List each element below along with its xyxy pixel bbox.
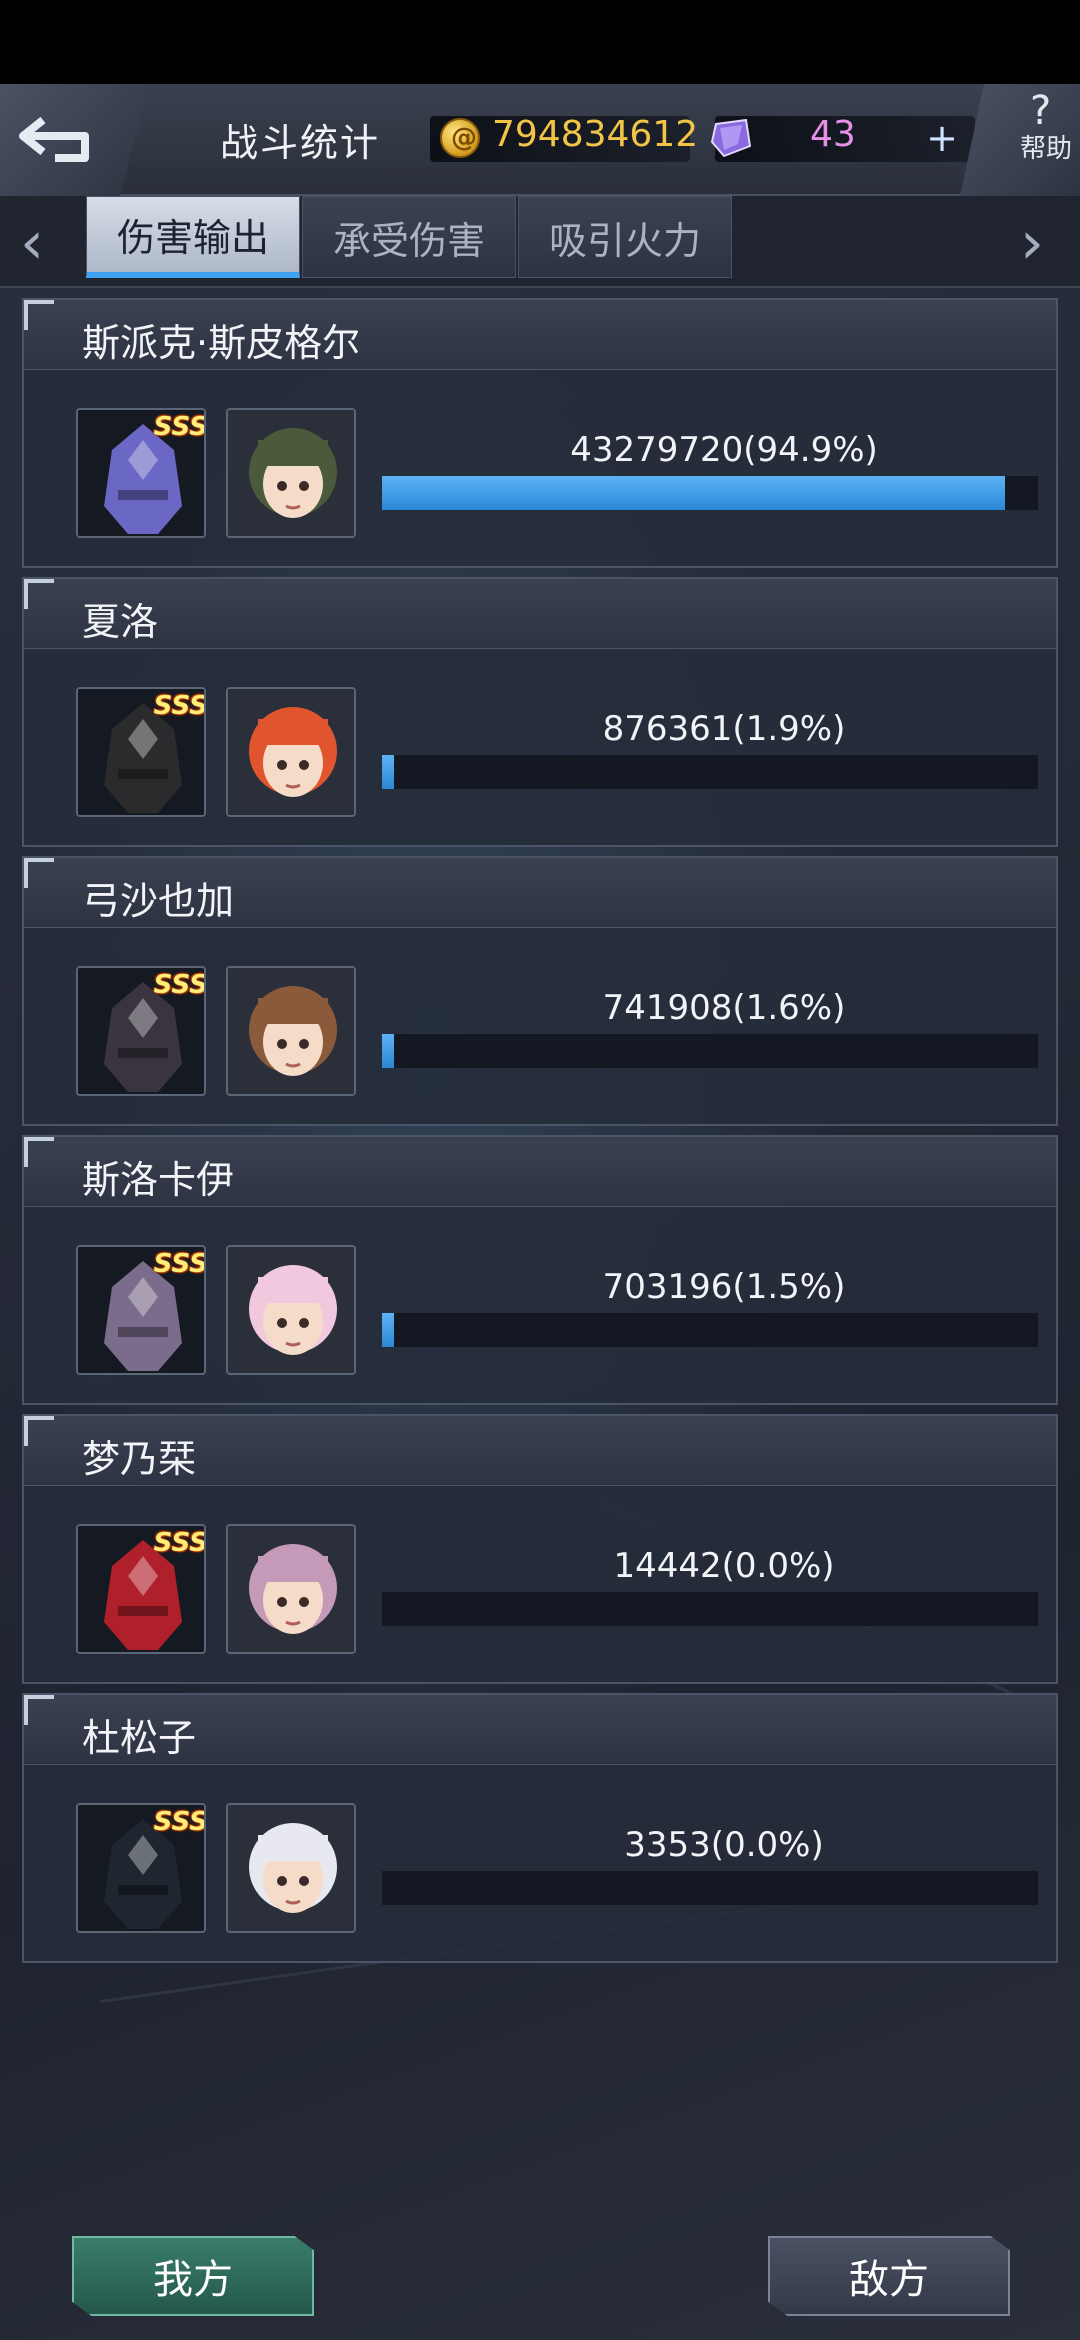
card-corner-decoration bbox=[24, 858, 54, 888]
pilot-name: 斯洛卡伊 bbox=[82, 1158, 235, 1202]
pilot-card: 斯派克·斯皮格尔 SSS 43279720(94.9%) bbox=[22, 298, 1058, 568]
gold-coin-icon: @ bbox=[440, 118, 480, 158]
pilot-card: 弓沙也加 SSS 741908(1.6%) bbox=[22, 856, 1058, 1126]
tab-damage-taken[interactable]: 承受伤害 bbox=[302, 196, 516, 278]
pilot-portrait[interactable] bbox=[226, 408, 356, 538]
rank-badge: SSS bbox=[153, 1528, 206, 1558]
damage-bar-fill bbox=[382, 755, 394, 789]
rank-badge: SSS bbox=[153, 1249, 206, 1279]
gold-amount: 794834612 bbox=[492, 114, 699, 155]
pilot-avatar-icon bbox=[228, 1805, 354, 1931]
damage-value-label: 43279720(94.9%) bbox=[570, 430, 878, 470]
pilot-portrait[interactable] bbox=[226, 1245, 356, 1375]
mecha-portrait[interactable]: SSS bbox=[76, 1524, 206, 1654]
back-arrow-icon bbox=[19, 116, 89, 162]
pilot-portrait[interactable] bbox=[226, 687, 356, 817]
pilot-avatar-icon bbox=[228, 410, 354, 536]
tab-draw-fire[interactable]: 吸引火力 bbox=[518, 196, 732, 278]
card-corner-decoration bbox=[24, 1695, 54, 1725]
damage-value-label: 3353(0.0%) bbox=[624, 1825, 824, 1865]
page-title: 战斗统计 bbox=[220, 121, 381, 165]
pilot-avatar-icon bbox=[228, 968, 354, 1094]
damage-bar-fill bbox=[382, 1313, 394, 1347]
gem-icon bbox=[710, 118, 752, 158]
damage-bar-track bbox=[382, 1592, 1038, 1626]
damage-bar-track bbox=[382, 1034, 1038, 1068]
mecha-portrait[interactable]: SSS bbox=[76, 687, 206, 817]
help-label: 帮助 bbox=[1020, 134, 1073, 164]
damage-bar-track bbox=[382, 1313, 1038, 1347]
pilot-card: 杜松子 SSS 3353(0.0%) bbox=[22, 1693, 1058, 1963]
enemy-side-button[interactable]: 敌方 bbox=[768, 2236, 1010, 2316]
tab-damage-output[interactable]: 伤害输出 bbox=[86, 196, 300, 278]
rank-badge: SSS bbox=[153, 1807, 206, 1837]
mecha-portrait[interactable]: SSS bbox=[76, 966, 206, 1096]
card-corner-decoration bbox=[24, 1137, 54, 1167]
pilot-name: 梦乃栞 bbox=[82, 1437, 197, 1481]
pilot-name: 弓沙也加 bbox=[82, 879, 235, 923]
damage-value-label: 703196(1.5%) bbox=[602, 1267, 846, 1307]
mecha-portrait[interactable]: SSS bbox=[76, 408, 206, 538]
mecha-portrait[interactable]: SSS bbox=[76, 1803, 206, 1933]
card-corner-decoration bbox=[24, 300, 54, 330]
rank-badge: SSS bbox=[153, 412, 206, 442]
damage-bar-fill bbox=[382, 476, 1005, 510]
status-bar bbox=[0, 0, 1080, 84]
previous-arrow-icon[interactable]: ‹ bbox=[20, 208, 44, 278]
rank-badge: SSS bbox=[153, 691, 206, 721]
pilot-avatar-icon bbox=[228, 1247, 354, 1373]
damage-value-label: 14442(0.0%) bbox=[613, 1546, 835, 1586]
rank-badge: SSS bbox=[153, 970, 206, 1000]
damage-bar-fill bbox=[382, 1034, 394, 1068]
card-corner-decoration bbox=[24, 1416, 54, 1446]
pilot-name: 夏洛 bbox=[82, 600, 159, 644]
my-side-button[interactable]: 我方 bbox=[72, 2236, 314, 2316]
next-arrow-icon[interactable]: › bbox=[1020, 208, 1044, 278]
pilot-card: 斯洛卡伊 SSS 703196(1.5%) bbox=[22, 1135, 1058, 1405]
mecha-portrait[interactable]: SSS bbox=[76, 1245, 206, 1375]
damage-value-label: 741908(1.6%) bbox=[602, 988, 846, 1028]
pilot-avatar-icon bbox=[228, 1526, 354, 1652]
card-header bbox=[24, 579, 1056, 649]
damage-value-label: 876361(1.9%) bbox=[602, 709, 846, 749]
pilot-name: 杜松子 bbox=[82, 1716, 197, 1760]
pilot-portrait[interactable] bbox=[226, 1803, 356, 1933]
pilot-portrait[interactable] bbox=[226, 966, 356, 1096]
damage-bar-track bbox=[382, 755, 1038, 789]
pilot-card: 梦乃栞 SSS 14442(0.0%) bbox=[22, 1414, 1058, 1684]
damage-bar-track bbox=[382, 1871, 1038, 1905]
add-gems-button[interactable]: + bbox=[922, 119, 962, 160]
damage-bar-track bbox=[382, 476, 1038, 510]
pilot-card: 夏洛 SSS 876361(1.9%) bbox=[22, 577, 1058, 847]
pilot-portrait[interactable] bbox=[226, 1524, 356, 1654]
gem-amount: 43 bbox=[810, 114, 856, 155]
pilot-name: 斯派克·斯皮格尔 bbox=[82, 321, 361, 365]
card-corner-decoration bbox=[24, 579, 54, 609]
pilot-avatar-icon bbox=[228, 689, 354, 815]
